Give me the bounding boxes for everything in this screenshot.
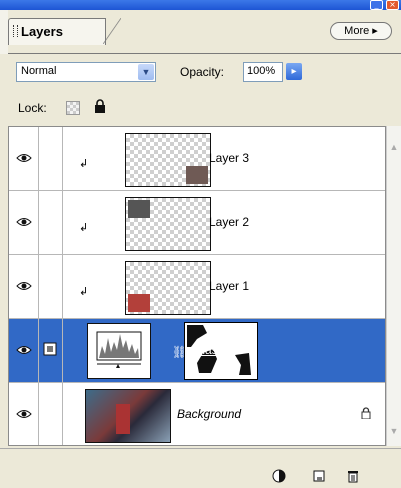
- tab-layers-label: Layers: [21, 24, 63, 39]
- thumbnail-content: [186, 166, 208, 184]
- more-button[interactable]: More ▸: [330, 22, 392, 40]
- scroll-down-icon[interactable]: ▼: [389, 426, 399, 436]
- layer-thumbnail[interactable]: [125, 133, 211, 187]
- thumbnail-content: [116, 404, 130, 434]
- panel-bottom-toolbar: [0, 448, 401, 488]
- layer-row-layer-3[interactable]: ↲ Layer 3: [9, 127, 385, 191]
- lock-all-icon[interactable]: [94, 99, 106, 113]
- clipping-arrow-icon: ↲: [79, 222, 89, 234]
- link-toggle[interactable]: [39, 191, 63, 254]
- close-button[interactable]: ×: [386, 0, 399, 10]
- layer-name[interactable]: Layer 2: [209, 215, 249, 229]
- thumbnail-content: [128, 200, 150, 218]
- brush-icon: [43, 342, 57, 356]
- thumbnail-content: [128, 294, 150, 312]
- layer-row-layer-1[interactable]: ↲ Layer 1: [9, 255, 385, 319]
- visibility-toggle[interactable]: [9, 383, 39, 445]
- layer-name[interactable]: Background: [177, 407, 241, 421]
- tab-divider: [8, 53, 401, 54]
- lock-transparency-icon[interactable]: [66, 101, 80, 115]
- layer-name[interactable]: Layer 3: [209, 151, 249, 165]
- layer-row-layer-2[interactable]: ↲ Layer 2: [9, 191, 385, 255]
- visibility-toggle[interactable]: [9, 319, 39, 382]
- layer-row-mask[interactable]: ⛓ mask: [9, 319, 385, 383]
- eye-icon: [16, 154, 32, 162]
- tab-layers[interactable]: Layers: [8, 18, 121, 45]
- grip-icon[interactable]: [13, 25, 18, 37]
- histogram-icon: [96, 331, 142, 368]
- link-toggle[interactable]: [39, 319, 63, 382]
- clipping-arrow-icon: ↲: [79, 158, 89, 170]
- layers-scrollbar[interactable]: ▲ ▼: [386, 126, 401, 446]
- link-toggle[interactable]: [39, 383, 63, 445]
- blend-mode-value: Normal: [21, 65, 57, 77]
- trash-icon[interactable]: [346, 469, 360, 483]
- layer-thumbnail[interactable]: [85, 389, 171, 443]
- layer-name[interactable]: Layer 1: [209, 279, 249, 293]
- layer-thumbnail[interactable]: [125, 197, 211, 251]
- lock-row: Lock:: [0, 93, 401, 123]
- chevron-down-icon[interactable]: ▼: [138, 64, 154, 80]
- minimize-button[interactable]: _: [370, 0, 383, 10]
- lock-icon: [361, 407, 371, 419]
- lock-label: Lock:: [18, 101, 47, 115]
- layer-row-background[interactable]: Background: [9, 383, 385, 445]
- blend-mode-select[interactable]: Normal ▼: [16, 62, 156, 82]
- adjustment-layer-icon[interactable]: [272, 469, 286, 483]
- more-button-label: More: [344, 25, 370, 37]
- eye-icon: [16, 218, 32, 226]
- new-layer-icon[interactable]: [312, 469, 326, 483]
- visibility-toggle[interactable]: [9, 127, 39, 190]
- visibility-toggle[interactable]: [9, 191, 39, 254]
- clipping-arrow-icon: ↲: [79, 286, 89, 298]
- opacity-slider-button[interactable]: ▸: [286, 63, 302, 80]
- visibility-toggle[interactable]: [9, 255, 39, 318]
- link-toggle[interactable]: [39, 255, 63, 318]
- eye-icon: [16, 282, 32, 290]
- window-titlebar: [0, 0, 401, 10]
- eye-icon: [16, 410, 32, 418]
- scroll-up-icon[interactable]: ▲: [389, 142, 399, 152]
- options-row: Normal ▼ Opacity: 100% ▸: [10, 62, 390, 84]
- link-toggle[interactable]: [39, 127, 63, 190]
- layer-name[interactable]: mask: [195, 343, 224, 357]
- levels-adjustment-icon[interactable]: [87, 323, 151, 379]
- opacity-label: Opacity:: [180, 65, 225, 79]
- layers-list: ↲ Layer 3 ↲ Layer 2 ↲ Layer 1 ⛓ mask Bac…: [8, 126, 386, 446]
- layer-thumbnail[interactable]: [125, 261, 211, 315]
- opacity-field[interactable]: 100%: [243, 62, 283, 82]
- eye-icon: [16, 346, 32, 354]
